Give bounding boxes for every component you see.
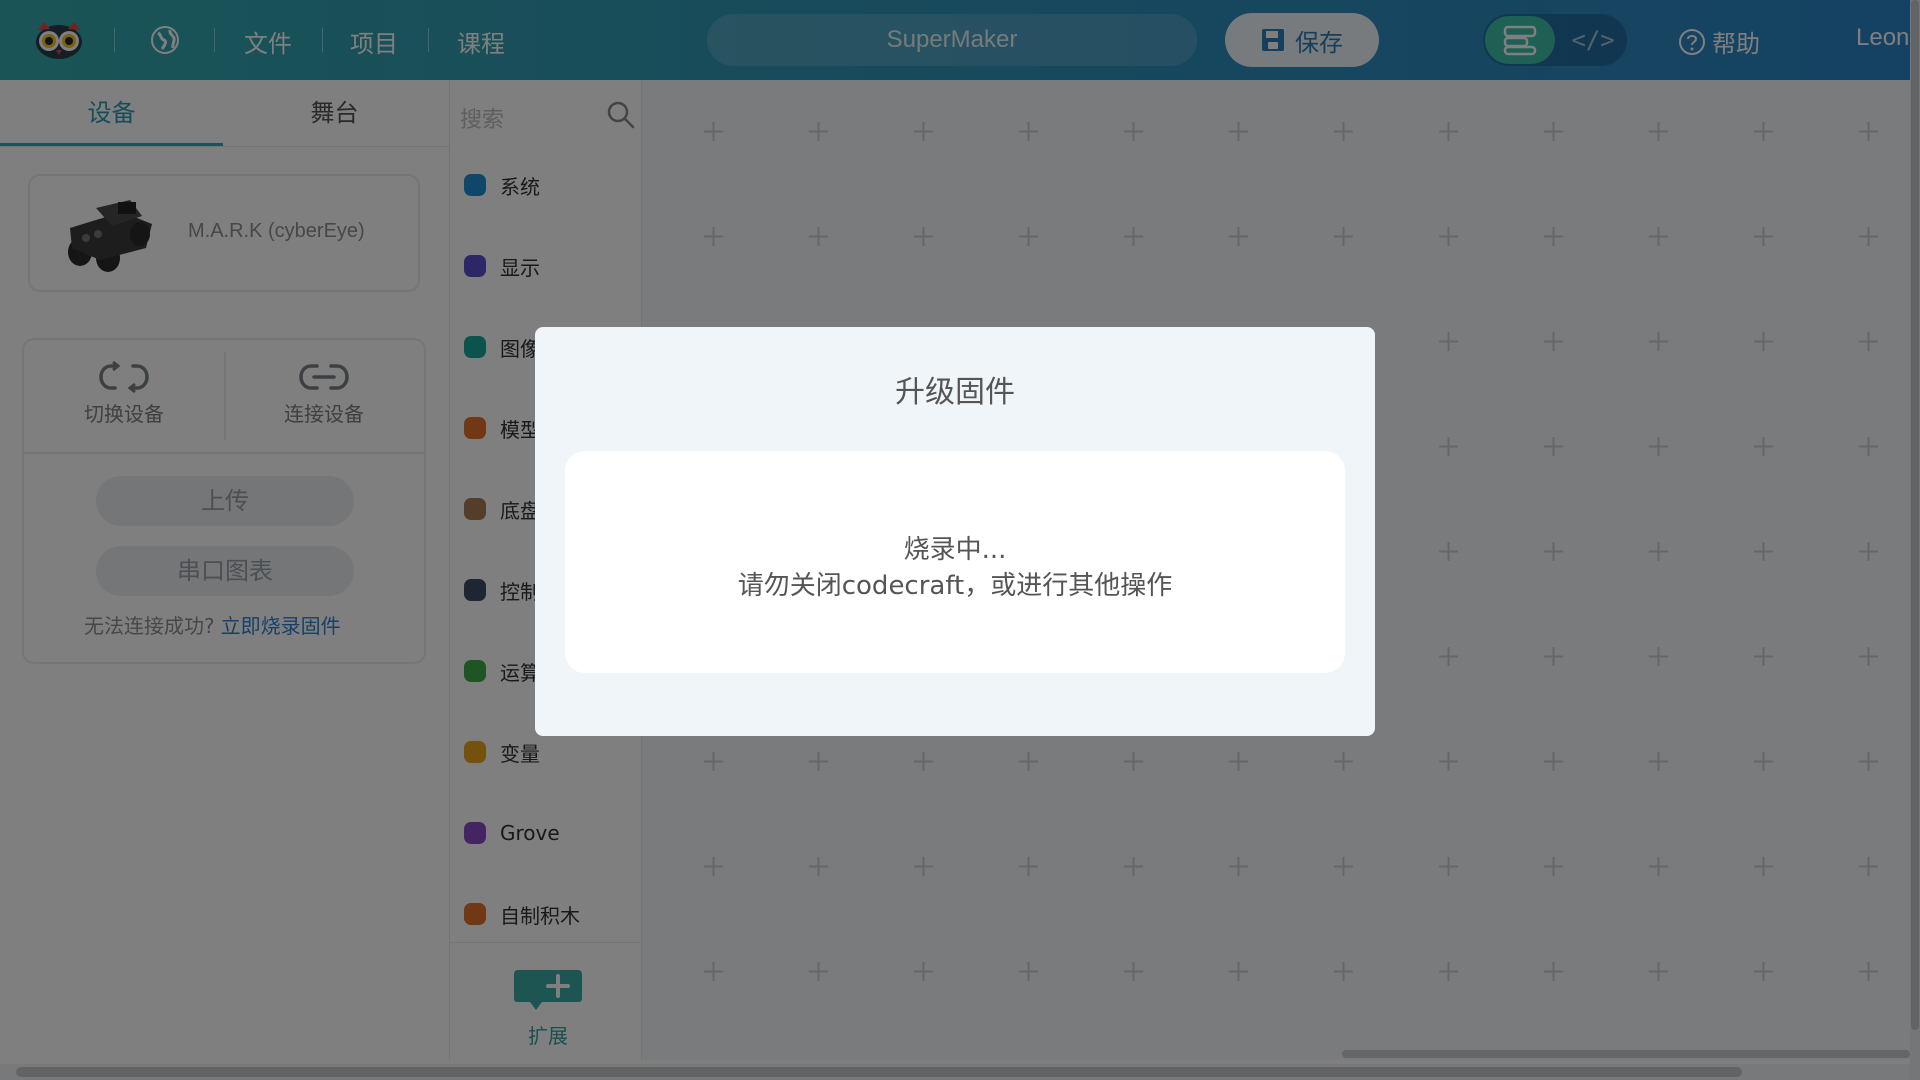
burning-warning: 请勿关闭codecraft，或进行其他操作 (737, 571, 1173, 601)
app-root: 文件 项目 课程 SuperMaker 保存 </> (0, 0, 1920, 1080)
dialog-body: 烧录中... 请勿关闭codecraft，或进行其他操作 (565, 451, 1345, 673)
burning-status: 烧录中... (903, 535, 1007, 565)
dialog-title: 升级固件 (895, 375, 1015, 410)
upgrade-firmware-dialog: 升级固件 烧录中... 请勿关闭codecraft，或进行其他操作 (535, 327, 1375, 736)
